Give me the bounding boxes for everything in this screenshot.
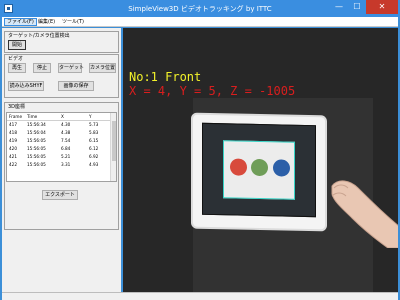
scrollbar-thumb[interactable] [112, 121, 116, 161]
col-frame[interactable]: Frame [9, 113, 22, 121]
cell-time: 15:56:05 [27, 154, 46, 159]
camera-label: No:1 Front [129, 70, 202, 84]
cell-x: 4.38 [61, 130, 71, 135]
cell-frame: 421 [9, 154, 17, 159]
blue-marker [273, 159, 290, 177]
cell-time: 15:56:05 [27, 138, 46, 143]
menu-tools[interactable]: ツール(T) [60, 18, 86, 26]
cell-time: 15:56:34 [27, 122, 46, 127]
export-button[interactable]: エクスポート [42, 190, 78, 200]
cell-x: 3.31 [61, 162, 71, 167]
load-button[interactable]: 読み込みSHYF [8, 81, 44, 91]
cell-frame: 419 [9, 138, 17, 143]
save-image-button[interactable]: 画像の保存 [58, 81, 94, 91]
tablet-device [191, 112, 327, 232]
target-button[interactable]: ターゲット [58, 63, 84, 73]
camera-position-button[interactable]: カメラ位置 [89, 63, 116, 73]
target-detect-group: ターゲット/カメラ位置検出 開始 [4, 31, 119, 53]
col-y[interactable]: Y [89, 113, 92, 121]
coords-group-title: 3D座標 [7, 103, 27, 110]
title-bar[interactable]: SimpleView3D ビデオトラッキング by ITTC — ☐ ✕ [0, 0, 400, 18]
cell-frame: 420 [9, 146, 17, 151]
control-panel: ターゲット/カメラ位置検出 開始 ビデオ 再生 停止 ターゲット カメラ位置 読… [2, 28, 121, 292]
tablet-screen [202, 122, 316, 218]
cell-y: 6.15 [89, 138, 99, 143]
cell-y: 5.73 [89, 122, 99, 127]
menu-file[interactable]: ファイル(F) [4, 18, 37, 26]
cell-frame: 417 [9, 122, 17, 127]
video-view[interactable]: No:1 Front X = 4, Y = 5, Z = -1005 [123, 28, 398, 292]
cell-time: 15:56:04 [27, 130, 46, 135]
cell-y: 5.83 [89, 130, 99, 135]
table-row[interactable]: 420 15:56:05 6.84 6.12 [7, 145, 111, 153]
table-header: Frame Time X Y [7, 113, 116, 121]
coords-table[interactable]: Frame Time X Y 417 15:56:34 4.30 5.73 41… [6, 112, 117, 182]
target-detect-title: ターゲット/カメラ位置検出 [7, 32, 71, 39]
red-marker [230, 158, 247, 176]
cell-time: 15:56:05 [27, 162, 46, 167]
maximize-button[interactable]: ☐ [348, 0, 366, 14]
cell-y: 6.92 [89, 154, 99, 159]
col-time[interactable]: Time [27, 113, 37, 121]
cell-x: 5.21 [61, 154, 71, 159]
close-button[interactable]: ✕ [366, 0, 398, 14]
cell-x: 6.84 [61, 146, 71, 151]
table-row[interactable]: 422 15:56:05 3.31 4.93 [7, 161, 111, 169]
menu-bar: ファイル(F) 編集(E) ツール(T) [2, 17, 398, 27]
green-marker [251, 158, 268, 177]
table-row[interactable]: 419 15:56:05 7.54 6.15 [7, 137, 111, 145]
menu-edit[interactable]: 編集(E) [36, 18, 57, 26]
tracking-target [223, 140, 295, 200]
start-button[interactable]: 開始 [8, 40, 26, 50]
cell-x: 7.54 [61, 138, 71, 143]
cell-frame: 418 [9, 130, 17, 135]
stop-button[interactable]: 停止 [33, 63, 51, 73]
cell-x: 4.30 [61, 122, 71, 127]
cell-y: 4.93 [89, 162, 99, 167]
coords-overlay: X = 4, Y = 5, Z = -1005 [129, 84, 296, 98]
video-group: ビデオ 再生 停止 ターゲット カメラ位置 読み込みSHYF 画像の保存 [4, 54, 119, 98]
cell-frame: 422 [9, 162, 17, 167]
table-row[interactable]: 418 15:56:04 4.38 5.83 [7, 129, 111, 137]
play-button[interactable]: 再生 [8, 63, 26, 73]
status-bar [2, 292, 398, 300]
hand-image [331, 180, 398, 248]
cell-time: 15:56:05 [27, 146, 46, 151]
video-group-title: ビデオ [7, 55, 25, 62]
table-scrollbar[interactable] [110, 113, 116, 181]
col-x[interactable]: X [61, 113, 64, 121]
app-window: SimpleView3D ビデオトラッキング by ITTC — ☐ ✕ ファイ… [0, 0, 400, 300]
cell-y: 6.12 [89, 146, 99, 151]
table-row[interactable]: 417 15:56:34 4.30 5.73 [7, 121, 111, 129]
minimize-button[interactable]: — [330, 0, 348, 14]
table-row[interactable]: 421 15:56:05 5.21 6.92 [7, 153, 111, 161]
